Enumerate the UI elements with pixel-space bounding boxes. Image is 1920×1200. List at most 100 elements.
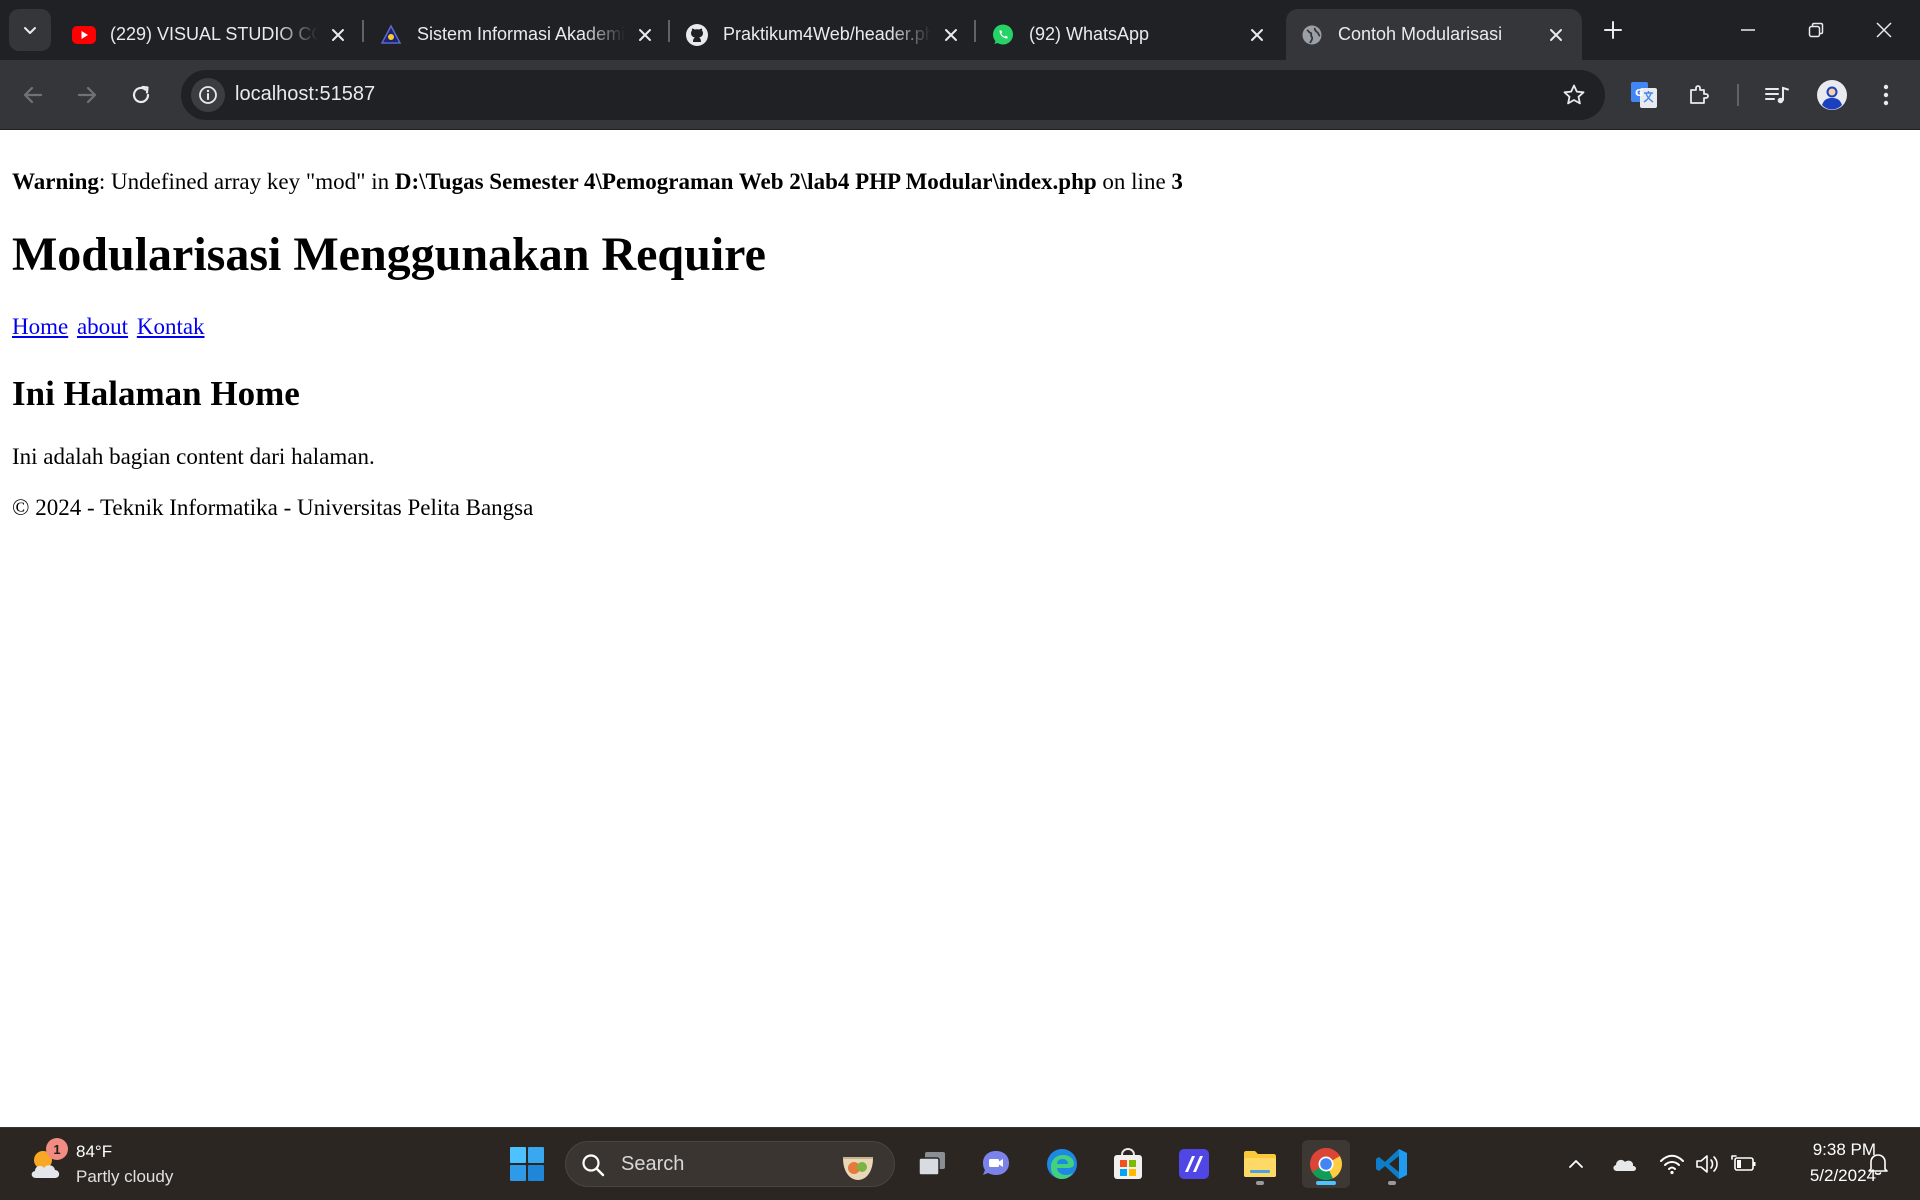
page-footer: © 2024 - Teknik Informatika - Universita… <box>12 495 534 520</box>
profile-button[interactable] <box>1815 78 1849 112</box>
dev-app-button[interactable] <box>1170 1140 1218 1188</box>
chrome-icon <box>1310 1148 1342 1180</box>
show-hidden-icons-button[interactable] <box>1562 1150 1590 1178</box>
plus-icon <box>1604 21 1622 39</box>
chrome-button[interactable] <box>1302 1140 1350 1188</box>
restore-button[interactable] <box>1782 0 1850 60</box>
close-icon[interactable] <box>1245 23 1269 47</box>
media-controls-button[interactable] <box>1760 78 1794 112</box>
content-paragraph: Ini adalah bagian content dari halaman. <box>12 444 375 469</box>
teams-chat-button[interactable] <box>972 1140 1020 1188</box>
minimize-button[interactable] <box>1714 0 1782 60</box>
tab-search-button[interactable] <box>9 9 51 51</box>
close-window-button[interactable] <box>1850 0 1918 60</box>
tab-sistem-informasi[interactable]: Sistem Informasi Akademik <box>365 9 671 60</box>
chat-camera-icon <box>983 1151 1009 1175</box>
tab-whatsapp[interactable]: (92) WhatsApp <box>977 9 1283 60</box>
site-info-button[interactable] <box>191 78 225 112</box>
wifi-tray-icon[interactable] <box>1658 1150 1686 1178</box>
start-button[interactable] <box>503 1140 551 1188</box>
browser-toolbar: localhost:51587 G <box>0 60 1920 130</box>
chevron-down-icon <box>24 27 36 34</box>
tab-title: Contoh Modularisasi <box>1338 24 1503 44</box>
close-icon[interactable] <box>633 23 657 47</box>
store-icon <box>1114 1147 1142 1179</box>
task-view-button[interactable] <box>908 1140 956 1188</box>
battery-tray-icon[interactable] <box>1730 1150 1758 1178</box>
reload-button[interactable] <box>124 78 158 112</box>
notifications-button[interactable] <box>1864 1150 1892 1178</box>
search-highlight-icon <box>843 1157 873 1180</box>
file-explorer-button[interactable] <box>1236 1140 1284 1188</box>
section-heading: Ini Halaman Home <box>12 374 300 413</box>
info-icon <box>199 86 217 104</box>
warning-line-number: 3 <box>1171 169 1183 194</box>
onedrive-tray-icon[interactable] <box>1610 1150 1638 1178</box>
back-button[interactable] <box>16 78 50 112</box>
weather-alert-badge: 1 <box>46 1138 68 1160</box>
page-title: Modularisasi Menggunakan Require <box>12 228 766 281</box>
github-icon <box>685 23 709 47</box>
translate-extension-button[interactable]: G <box>1627 78 1661 112</box>
tab-title: (229) VISUAL STUDIO CODE <box>110 24 318 44</box>
nav-link-kontak[interactable]: Kontak <box>137 314 205 339</box>
wifi-icon <box>1660 1154 1684 1175</box>
volume-tray-icon[interactable] <box>1694 1150 1722 1178</box>
puzzle-icon <box>1690 85 1709 104</box>
restore-icon <box>1808 22 1824 38</box>
tab-github[interactable]: Praktikum4Web/header.php <box>671 9 977 60</box>
minimize-icon <box>1741 29 1755 31</box>
tab-title: Praktikum4Web/header.php <box>723 24 931 44</box>
bell-icon <box>1868 1154 1888 1175</box>
warning-text: : Undefined array key "mod" in <box>98 169 395 194</box>
nav-link-about[interactable]: about <box>77 314 128 339</box>
arrow-left-icon <box>23 86 43 104</box>
url-text[interactable]: localhost:51587 <box>235 83 375 106</box>
windows-taskbar: 1 84°F Partly cloudy Search 9:38 PM 5/2/… <box>0 1127 1920 1200</box>
arrow-right-icon <box>77 86 97 104</box>
weather-description: Partly cloudy <box>76 1167 174 1186</box>
weather-temperature: 84°F <box>76 1142 113 1161</box>
new-tab-button[interactable] <box>1597 14 1629 46</box>
tab-youtube[interactable]: (229) VISUAL STUDIO CODE <box>58 9 364 60</box>
running-indicator <box>1256 1181 1264 1185</box>
windows-logo-icon <box>510 1147 544 1181</box>
tab-contoh-modularisasi[interactable]: Contoh Modularisasi <box>1286 9 1582 60</box>
folder-icon <box>1244 1151 1276 1177</box>
volume-icon <box>1696 1155 1718 1173</box>
cloud-icon <box>1613 1159 1636 1171</box>
tab-separator <box>668 20 670 42</box>
tab-title: Sistem Informasi Akademik <box>417 24 625 44</box>
reload-icon <box>132 85 150 104</box>
microsoft-store-button[interactable] <box>1104 1140 1152 1188</box>
more-vertical-icon <box>1883 84 1889 106</box>
tab-separator <box>974 20 976 42</box>
bookmark-button[interactable] <box>1561 82 1587 108</box>
google-translate-icon: G <box>1631 82 1657 108</box>
running-indicator <box>1388 1181 1396 1185</box>
tab-separator <box>362 20 364 42</box>
edge-icon <box>1047 1149 1077 1179</box>
edge-button[interactable] <box>1038 1140 1086 1188</box>
forward-button[interactable] <box>70 78 104 112</box>
svg-text:G: G <box>1635 88 1643 99</box>
close-icon[interactable] <box>939 23 963 47</box>
extensions-button[interactable] <box>1682 78 1716 112</box>
close-icon[interactable] <box>1544 23 1568 47</box>
address-bar[interactable]: localhost:51587 <box>181 70 1605 120</box>
browser-menu-button[interactable] <box>1869 78 1903 112</box>
youtube-icon <box>72 23 96 47</box>
search-icon <box>582 1154 605 1177</box>
warning-text-line: on line <box>1096 169 1172 194</box>
search-label: Search <box>621 1153 685 1175</box>
task-view-icon <box>918 1152 945 1176</box>
close-icon <box>1876 22 1892 38</box>
playlist-music-icon <box>1765 86 1789 104</box>
taskbar-search[interactable]: Search <box>565 1141 895 1187</box>
php-warning-message: Warning: Undefined array key "mod" in D:… <box>12 169 1183 195</box>
globe-icon <box>1300 23 1324 47</box>
nav-link-home[interactable]: Home <box>12 314 68 339</box>
chevron-up-icon <box>1569 1160 1583 1168</box>
vscode-button[interactable] <box>1368 1140 1416 1188</box>
close-icon[interactable] <box>326 23 350 47</box>
